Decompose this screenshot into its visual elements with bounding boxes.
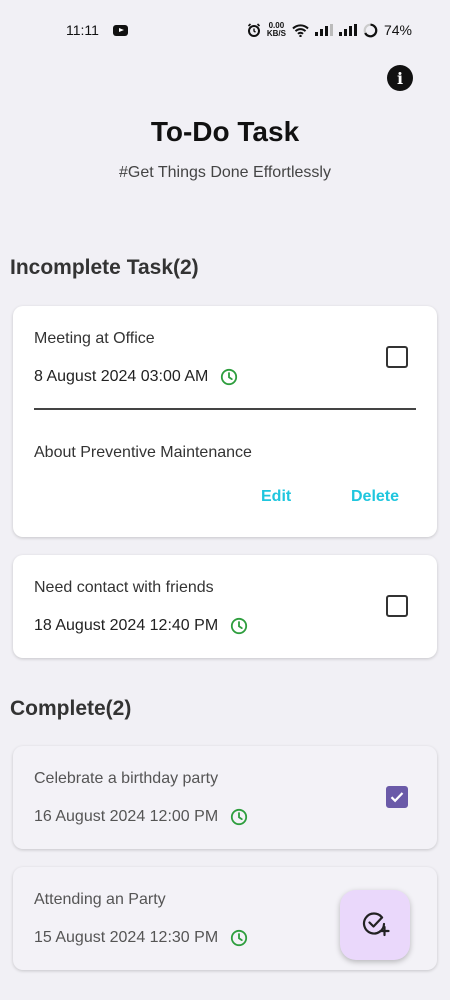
- task-datetime: 8 August 2024 03:00 AM: [34, 368, 238, 386]
- check-icon: [390, 792, 404, 803]
- info-glyph: i: [396, 68, 404, 88]
- task-card[interactable]: Meeting at Office 8 August 2024 03:00 AM…: [13, 306, 437, 537]
- net-speed: 0.00 KB/S: [267, 22, 286, 38]
- task-datetime: 16 August 2024 12:00 PM: [34, 808, 248, 826]
- wifi-icon: [292, 23, 309, 37]
- task-checkbox-checked[interactable]: [386, 786, 408, 808]
- youtube-icon: [112, 24, 128, 36]
- battery-icon: [363, 23, 378, 38]
- add-task-icon: [360, 908, 390, 943]
- task-title: Attending an Party: [34, 891, 166, 908]
- clock-icon: [230, 808, 248, 826]
- battery-level: 74%: [383, 22, 412, 38]
- signal-icon-2: [338, 24, 357, 36]
- task-datetime-text: 8 August 2024 03:00 AM: [34, 368, 209, 385]
- task-card-complete[interactable]: Celebrate a birthday party 16 August 202…: [13, 746, 437, 849]
- signal-icon: [314, 24, 333, 36]
- task-datetime: 18 August 2024 12:40 PM: [34, 617, 248, 635]
- task-description: About Preventive Maintenance: [34, 444, 252, 461]
- task-checkbox[interactable]: [386, 346, 408, 368]
- page-subtitle: #Get Things Done Effortlessly: [119, 164, 331, 181]
- info-icon[interactable]: i: [387, 65, 413, 91]
- task-title: Meeting at Office: [34, 330, 155, 347]
- complete-heading: Complete(2): [10, 697, 132, 720]
- task-card[interactable]: Need contact with friends 18 August 2024…: [13, 555, 437, 658]
- clock-icon: [230, 617, 248, 635]
- incomplete-heading: Incomplete Task(2): [10, 256, 199, 279]
- task-datetime: 15 August 2024 12:30 PM: [34, 929, 248, 947]
- clock-icon: [230, 929, 248, 947]
- task-datetime-text: 18 August 2024 12:40 PM: [34, 617, 219, 634]
- status-left: 11:11: [66, 22, 128, 38]
- status-right: 0.00 KB/S 74%: [247, 22, 412, 38]
- clock-icon: [220, 368, 238, 386]
- status-time: 11:11: [66, 22, 99, 38]
- task-checkbox[interactable]: [386, 595, 408, 617]
- task-datetime-text: 15 August 2024 12:30 PM: [34, 929, 219, 946]
- task-title: Need contact with friends: [34, 579, 214, 596]
- delete-button[interactable]: Delete: [351, 488, 399, 506]
- net-speed-unit: KB/S: [266, 29, 286, 38]
- task-divider: [34, 408, 416, 410]
- edit-button[interactable]: Edit: [261, 488, 291, 506]
- task-title: Celebrate a birthday party: [34, 770, 219, 787]
- page-title: To-Do Task: [150, 116, 300, 147]
- status-bar: 11:11 0.00 KB/S 74%: [0, 0, 450, 60]
- task-datetime-text: 16 August 2024 12:00 PM: [34, 808, 219, 825]
- alarm-icon: [247, 23, 261, 37]
- add-task-button[interactable]: [340, 890, 410, 960]
